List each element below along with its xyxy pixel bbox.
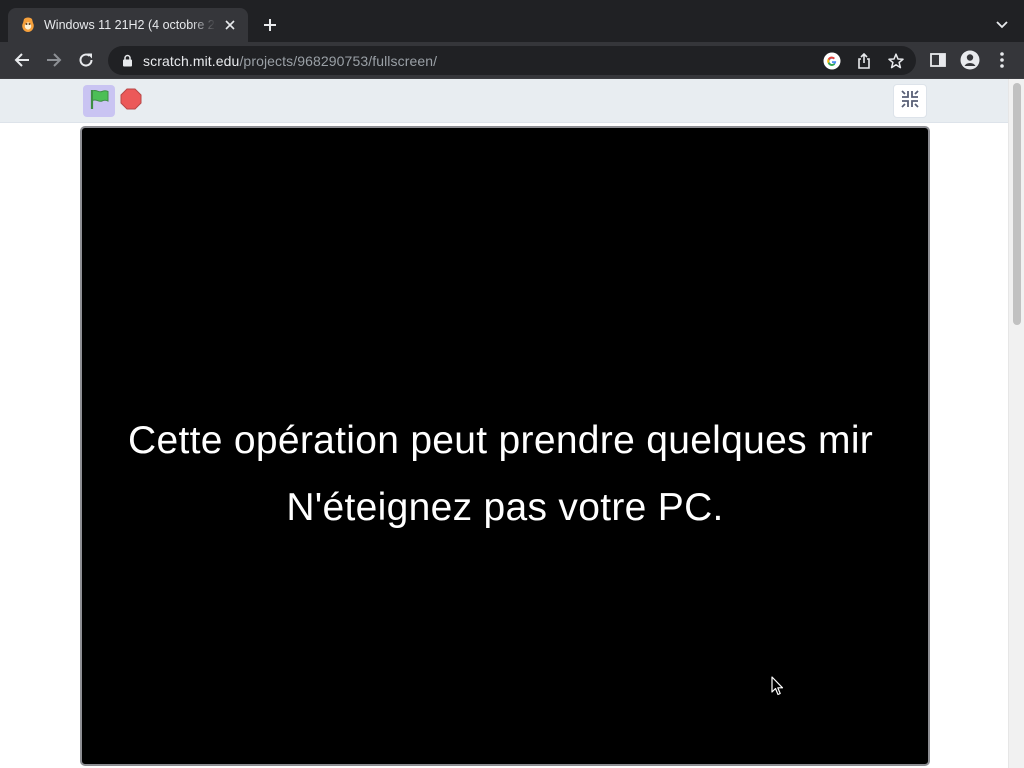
stage-message-line1: Cette opération peut prendre quelques mi… [128,419,874,462]
unfullscreen-button[interactable] [893,84,927,118]
scrollbar-thumb[interactable] [1013,83,1021,325]
close-icon[interactable] [222,17,238,33]
tab-title: Windows 11 21H2 (4 octobre 2021) [44,18,216,32]
scratch-cat-icon [20,17,36,33]
lock-icon[interactable] [120,54,134,68]
address-bar[interactable]: scratch.mit.edu/projects/968290753/fulls… [108,46,916,75]
share-icon[interactable] [854,51,874,71]
green-flag-button[interactable] [83,85,115,117]
browser-tab[interactable]: Windows 11 21H2 (4 octobre 2021) [8,8,248,42]
chevron-down-icon[interactable] [992,14,1012,36]
project-stage[interactable]: Cette opération peut prendre quelques mi… [80,126,930,766]
green-flag-icon [88,88,110,115]
plus-icon[interactable] [258,14,282,36]
url-text: scratch.mit.edu/projects/968290753/fulls… [143,53,437,69]
star-icon[interactable] [886,51,906,71]
arrow-left-icon[interactable] [9,47,35,73]
player-controls-bar [0,79,1008,123]
stage-message-line2: N'éteignez pas votre PC. [286,486,724,529]
reload-icon[interactable] [73,47,99,73]
profile-icon[interactable] [957,47,983,73]
mouse-cursor-icon [771,676,784,696]
url-host: scratch.mit.edu [143,52,240,69]
stop-button[interactable] [119,88,143,115]
scratch-player-page: Cette opération peut prendre quelques mi… [0,79,1008,768]
unfullscreen-icon [901,89,919,113]
browser-tab-strip: Windows 11 21H2 (4 octobre 2021) [0,0,1024,42]
browser-toolbar: scratch.mit.edu/projects/968290753/fulls… [0,42,1024,79]
url-path: /projects/968290753/fullscreen/ [239,52,438,69]
side-panel-icon[interactable] [925,47,951,73]
kebab-menu-icon[interactable] [989,47,1015,73]
page-scrollbar[interactable] [1008,79,1024,768]
google-lens-icon[interactable] [822,51,842,71]
arrow-right-icon[interactable] [41,47,67,73]
stop-icon [120,88,142,115]
